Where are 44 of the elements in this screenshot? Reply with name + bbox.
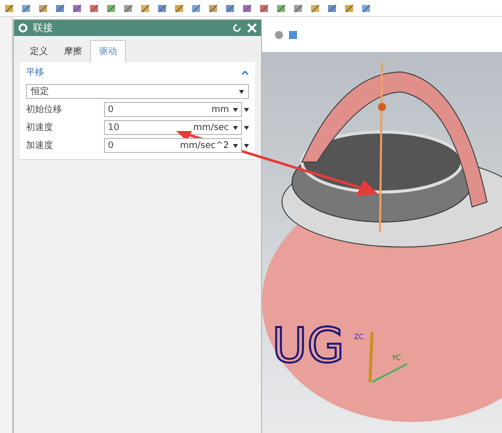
dialog-title: 联接 bbox=[32, 22, 53, 35]
toolbar-icon[interactable] bbox=[361, 2, 372, 14]
toolbar-icon[interactable] bbox=[225, 2, 236, 14]
toolbar-icon[interactable] bbox=[157, 2, 168, 14]
value-field[interactable]: 10 mm/sec bbox=[104, 120, 242, 135]
toolbar-icon[interactable] bbox=[4, 2, 15, 14]
dropdown-arrow-icon[interactable] bbox=[244, 144, 249, 148]
value-field[interactable]: 0 mm/sec^2 bbox=[104, 138, 242, 153]
mode-dropdown[interactable]: 恒定 bbox=[26, 84, 249, 99]
section-title: 平移 bbox=[26, 66, 44, 79]
toolbar-icon[interactable] bbox=[140, 2, 151, 14]
toolbar-icon[interactable] bbox=[242, 2, 253, 14]
field-label: 初速度 bbox=[26, 122, 54, 134]
toolbar-icon[interactable] bbox=[123, 2, 134, 14]
field-label: 初始位移 bbox=[26, 104, 63, 116]
dropdown-arrow-icon[interactable] bbox=[244, 108, 249, 112]
toolbar-icon[interactable] bbox=[344, 2, 355, 14]
settings-icon bbox=[18, 23, 28, 33]
unit-dropdown-icon[interactable] bbox=[233, 144, 238, 148]
reset-icon[interactable] bbox=[232, 23, 242, 33]
toolbar-icon[interactable] bbox=[259, 2, 270, 14]
dialog-tab[interactable]: 定义 bbox=[22, 40, 56, 62]
dropdown-arrow-icon[interactable] bbox=[244, 126, 249, 130]
toolbar-icon[interactable] bbox=[72, 2, 83, 14]
toolbar-icon[interactable] bbox=[310, 2, 321, 14]
toolbar-icon[interactable] bbox=[191, 2, 202, 14]
toolbar-icon[interactable] bbox=[327, 2, 338, 14]
close-icon[interactable] bbox=[247, 23, 257, 33]
dropdown-arrow-icon[interactable] bbox=[239, 90, 244, 94]
toolbar-icon[interactable] bbox=[21, 2, 32, 14]
toolbar-icon[interactable] bbox=[208, 2, 219, 14]
toolbar-icon[interactable] bbox=[89, 2, 100, 14]
dialog-tab[interactable]: 驱动 bbox=[90, 40, 126, 62]
dialog-tab[interactable]: 摩擦 bbox=[56, 40, 90, 62]
value-field[interactable]: 0 mm bbox=[104, 102, 242, 117]
toolbar-icon[interactable] bbox=[276, 2, 287, 14]
toolbar-icon[interactable] bbox=[293, 2, 304, 14]
toolbar-icon[interactable] bbox=[55, 2, 66, 14]
toolbar-icon[interactable] bbox=[174, 2, 185, 14]
collapse-caret-icon[interactable] bbox=[241, 70, 249, 75]
toolbar-icon[interactable] bbox=[106, 2, 117, 14]
toolbar-icon[interactable] bbox=[38, 2, 49, 14]
field-label: 加速度 bbox=[26, 140, 54, 152]
unit-dropdown-icon[interactable] bbox=[233, 108, 238, 112]
